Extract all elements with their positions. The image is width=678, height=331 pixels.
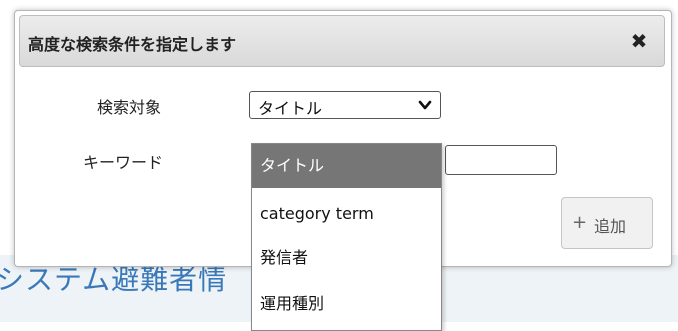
dialog-title: 高度な検索条件を指定します	[28, 35, 237, 54]
add-button-label: 追加	[594, 217, 627, 236]
dropdown-option-category-term[interactable]: category term	[252, 192, 441, 236]
search-target-label: 検索対象	[97, 98, 162, 117]
dropdown-option-sender[interactable]: 発信者	[252, 236, 441, 280]
search-target-dropdown-list: タイトル category term 発信者 運用種別	[251, 143, 442, 331]
dialog-titlebar: 高度な検索条件を指定します ✖	[19, 15, 665, 67]
dropdown-option-title[interactable]: タイトル	[252, 144, 441, 188]
close-icon: ✖	[630, 29, 648, 53]
add-button[interactable]: + 追加	[561, 197, 653, 249]
search-target-selected-value: タイトル	[258, 99, 323, 118]
plus-icon: +	[572, 212, 588, 233]
keyword-label: キーワード	[83, 153, 164, 172]
advanced-search-dialog: 高度な検索条件を指定します ✖ 検索対象 タイトル キーワード + 追加 タイト…	[14, 10, 672, 331]
keyword-input[interactable]	[445, 145, 557, 175]
search-target-select[interactable]: タイトル	[249, 91, 441, 119]
close-button[interactable]: ✖	[628, 30, 650, 52]
chevron-down-icon	[418, 100, 432, 110]
dropdown-option-operation-type[interactable]: 運用種別	[252, 282, 441, 326]
